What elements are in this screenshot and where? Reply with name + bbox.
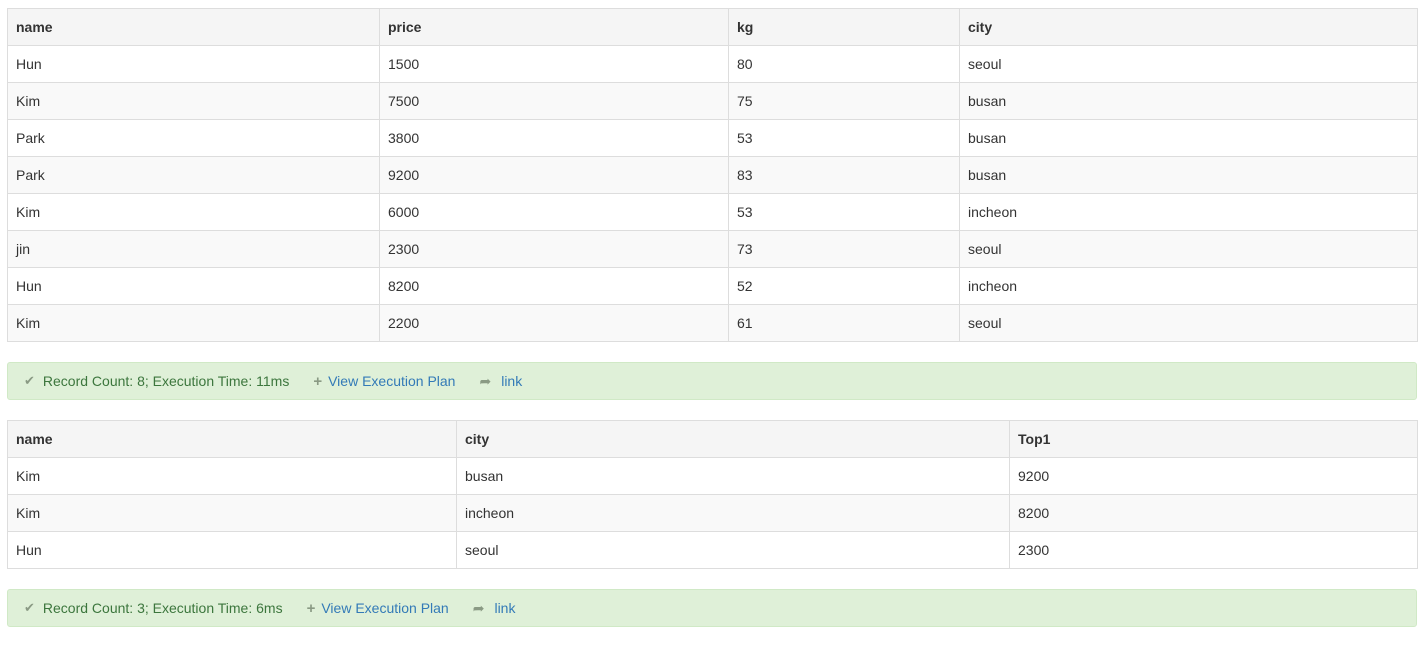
share-icon: ➦ — [472, 599, 485, 616]
table-row: Kim 2200 61 seoul — [7, 304, 1418, 342]
table-cell: seoul — [959, 230, 1418, 268]
table-cell: busan — [959, 119, 1418, 157]
table-row: jin 2300 73 seoul — [7, 230, 1418, 268]
table-cell: Kim — [7, 82, 380, 120]
table-cell: 1500 — [379, 45, 729, 83]
table-cell: incheon — [959, 193, 1418, 231]
share-icon: ➦ — [479, 372, 492, 389]
table-cell: Hun — [7, 531, 457, 569]
table-cell: incheon — [959, 267, 1418, 305]
table-row: Hun seoul 2300 — [7, 531, 1418, 569]
query-status-bar: ✔ Record Count: 8; Execution Time: 11ms … — [7, 362, 1417, 400]
table-row: Kim incheon 8200 — [7, 494, 1418, 532]
status-summary: Record Count: 8; Execution Time: 11ms — [42, 373, 290, 389]
table-cell: seoul — [959, 45, 1418, 83]
table-cell: Park — [7, 156, 380, 194]
table-header-row: name city Top1 — [7, 420, 1418, 458]
checkmark-icon: ✔ — [24, 373, 35, 388]
permalink-link[interactable]: link — [494, 600, 515, 616]
table-cell: 9200 — [1009, 457, 1418, 495]
column-header: name — [7, 8, 380, 46]
table-cell: 7500 — [379, 82, 729, 120]
column-header: price — [379, 8, 729, 46]
table-header-row: name price kg city — [7, 8, 1418, 46]
table-cell: 2300 — [379, 230, 729, 268]
table-cell: Hun — [7, 45, 380, 83]
table-cell: 8200 — [1009, 494, 1418, 532]
table-cell: 80 — [728, 45, 960, 83]
table-row: Hun 8200 52 incheon — [7, 267, 1418, 305]
column-header: city — [959, 8, 1418, 46]
table-cell: 61 — [728, 304, 960, 342]
table-cell: 53 — [728, 119, 960, 157]
status-summary: Record Count: 3; Execution Time: 6ms — [42, 600, 283, 616]
table-cell: 83 — [728, 156, 960, 194]
view-execution-plan-link[interactable]: View Execution Plan — [321, 600, 448, 616]
table-cell: incheon — [456, 494, 1010, 532]
table-row: Kim busan 9200 — [7, 457, 1418, 495]
table-cell: jin — [7, 230, 380, 268]
table-cell: 2300 — [1009, 531, 1418, 569]
table-cell: Kim — [7, 304, 380, 342]
table-row: Kim 7500 75 busan — [7, 82, 1418, 120]
table-cell: Kim — [7, 193, 380, 231]
column-header: Top1 — [1009, 420, 1418, 458]
table-cell: Park — [7, 119, 380, 157]
table-cell: Kim — [7, 457, 457, 495]
plus-icon: + — [313, 372, 323, 390]
table-row: Kim 6000 53 incheon — [7, 193, 1418, 231]
table-cell: 6000 — [379, 193, 729, 231]
checkmark-icon: ✔ — [24, 600, 35, 615]
table-cell: Kim — [7, 494, 457, 532]
column-header: city — [456, 420, 1010, 458]
table-cell: busan — [959, 82, 1418, 120]
table-cell: seoul — [456, 531, 1010, 569]
table-cell: 73 — [728, 230, 960, 268]
table-cell: 2200 — [379, 304, 729, 342]
results-container: name price kg city Hun 1500 80 seoul Kim… — [7, 8, 1418, 647]
table-cell: seoul — [959, 304, 1418, 342]
table-cell: Hun — [7, 267, 380, 305]
plus-icon: + — [306, 599, 316, 617]
column-header: name — [7, 420, 457, 458]
table-cell: 8200 — [379, 267, 729, 305]
view-execution-plan-link[interactable]: View Execution Plan — [328, 373, 455, 389]
result-table-1: name price kg city Hun 1500 80 seoul Kim… — [7, 8, 1418, 342]
table-row: Park 3800 53 busan — [7, 119, 1418, 157]
table-row: Hun 1500 80 seoul — [7, 45, 1418, 83]
table-cell: 53 — [728, 193, 960, 231]
table-cell: busan — [959, 156, 1418, 194]
result-table-2: name city Top1 Kim busan 9200 Kim incheo… — [7, 420, 1418, 569]
permalink-link[interactable]: link — [501, 373, 522, 389]
table-cell: 3800 — [379, 119, 729, 157]
column-header: kg — [728, 8, 960, 46]
table-cell: 52 — [728, 267, 960, 305]
table-row: Park 9200 83 busan — [7, 156, 1418, 194]
table-cell: busan — [456, 457, 1010, 495]
query-status-bar: ✔ Record Count: 3; Execution Time: 6ms +… — [7, 589, 1417, 627]
table-cell: 9200 — [379, 156, 729, 194]
table-cell: 75 — [728, 82, 960, 120]
